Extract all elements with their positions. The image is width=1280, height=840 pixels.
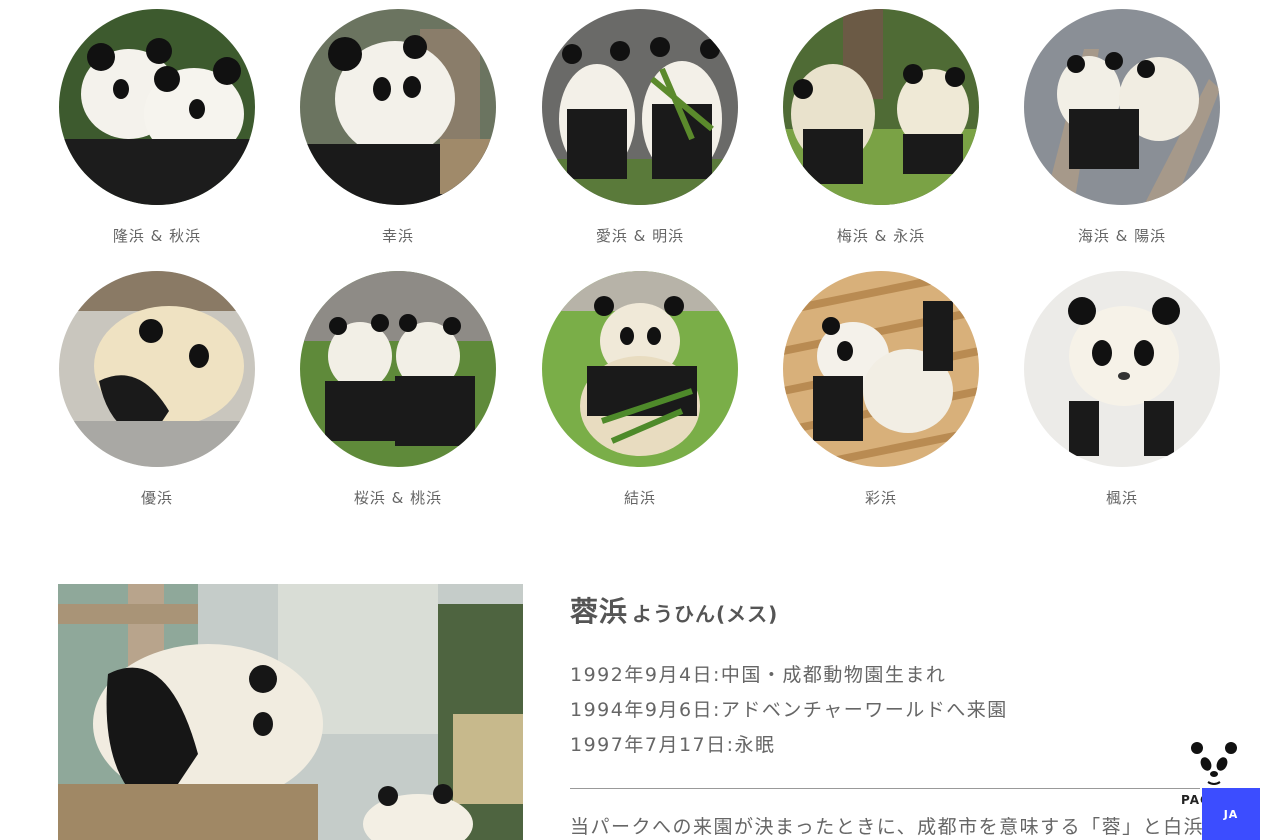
fact-birth: 1992年9月4日:中国・成都動物園生まれ <box>570 664 947 686</box>
panda-card-yuihin[interactable]: 結浜 <box>540 271 740 508</box>
panda-card-kaihin-youhin[interactable]: 海浜 & 陽浜 <box>1022 9 1222 246</box>
panda-name: 桜浜 & 桃浜 <box>353 489 443 507</box>
panda-photo <box>59 271 255 467</box>
panda-photo <box>542 271 738 467</box>
language-label: JA <box>1223 807 1239 821</box>
panda-card-aihin-meihin[interactable]: 愛浜 & 明浜 <box>540 9 740 246</box>
panda-name: 結浜 <box>623 489 656 507</box>
fact-arrival: 1994年9月6日:アドベンチャーワールドへ来園 <box>570 699 1008 721</box>
panda-name: 優浜 <box>140 489 173 507</box>
panda-name-reading: ようひん(メス) <box>632 602 779 626</box>
panda-name: 隆浜 & 秋浜 <box>112 227 202 245</box>
panda-name: 愛浜 & 明浜 <box>595 227 685 245</box>
detail-facts: 1992年9月4日:中国・成都動物園生まれ 1994年9月6日:アドベンチャーワ… <box>570 658 1210 763</box>
fact-death: 1997年7月17日:永眠 <box>570 734 776 756</box>
language-switch-button[interactable]: JA <box>1202 788 1260 840</box>
panda-card-saihin[interactable]: 彩浜 <box>781 271 981 508</box>
panda-name: 彩浜 <box>864 489 897 507</box>
panda-photo <box>1024 9 1220 205</box>
panda-card-baihin-eihin[interactable]: 梅浜 & 永浜 <box>781 9 981 246</box>
panda-card-yuuhin[interactable]: 優浜 <box>57 271 257 508</box>
panda-photo <box>59 9 255 205</box>
divider <box>570 788 1200 789</box>
detail-description: 当パークへの来園が決まったときに、成都市を意味する「蓉」と白浜町 <box>570 816 1210 838</box>
panda-name-kanji: 蓉浜 <box>570 595 629 628</box>
panda-name: 梅浜 & 永浜 <box>836 227 926 245</box>
panda-photo <box>783 9 979 205</box>
panda-card-fuuhin[interactable]: 楓浜 <box>1022 271 1222 508</box>
panda-name: 楓浜 <box>1105 489 1138 507</box>
panda-name: 幸浜 <box>381 227 414 245</box>
panda-face-icon <box>1191 742 1237 785</box>
panda-photo <box>300 9 496 205</box>
panda-detail: 蓉浜 ようひん(メス) 1992年9月4日:中国・成都動物園生まれ 1994年9月… <box>570 590 1210 763</box>
panda-card-kouhin[interactable]: 幸浜 <box>298 9 498 246</box>
panda-card-ouhin-touhin[interactable]: 桜浜 & 桃浜 <box>298 271 498 508</box>
panda-photo <box>300 271 496 467</box>
detail-photo <box>58 584 523 840</box>
panda-photo <box>542 9 738 205</box>
detail-title: 蓉浜 ようひん(メス) <box>570 590 1210 630</box>
panda-name: 海浜 & 陽浜 <box>1077 227 1167 245</box>
panda-photo <box>1024 271 1220 467</box>
panda-photo <box>783 271 979 467</box>
panda-card-takahama-akihama[interactable]: 隆浜 & 秋浜 <box>57 9 257 246</box>
